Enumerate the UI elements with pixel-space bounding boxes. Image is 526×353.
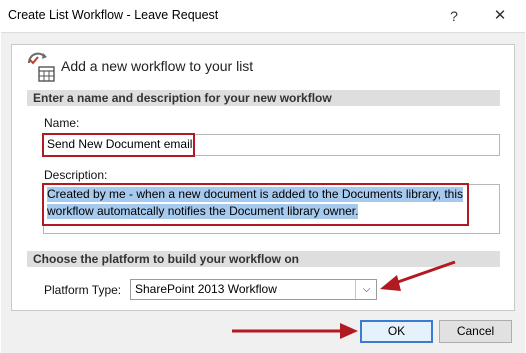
- section-header-platform: Choose the platform to build your workfl…: [27, 251, 500, 267]
- platform-label: Platform Type:: [44, 283, 122, 297]
- description-label: Description:: [44, 168, 108, 182]
- name-label: Name:: [44, 116, 80, 130]
- header-text: Add a new workflow to your list: [61, 58, 254, 74]
- close-button[interactable]: ✕: [486, 5, 514, 27]
- section-header-name: Enter a name and description for your ne…: [27, 90, 500, 106]
- platform-select[interactable]: SharePoint 2013 Workflow: [130, 279, 377, 300]
- chevron-down-icon[interactable]: ⌵: [355, 280, 377, 299]
- cancel-button[interactable]: Cancel: [439, 320, 512, 343]
- ok-button[interactable]: OK: [360, 320, 433, 343]
- window-title: Create List Workflow - Leave Request: [8, 8, 219, 22]
- name-highlight-box: [42, 133, 195, 157]
- description-highlight-box: [42, 183, 469, 226]
- workflow-icon: [27, 52, 55, 82]
- title-bar: Create List Workflow - Leave Request ? ✕: [0, 0, 526, 32]
- help-button[interactable]: ?: [440, 5, 468, 27]
